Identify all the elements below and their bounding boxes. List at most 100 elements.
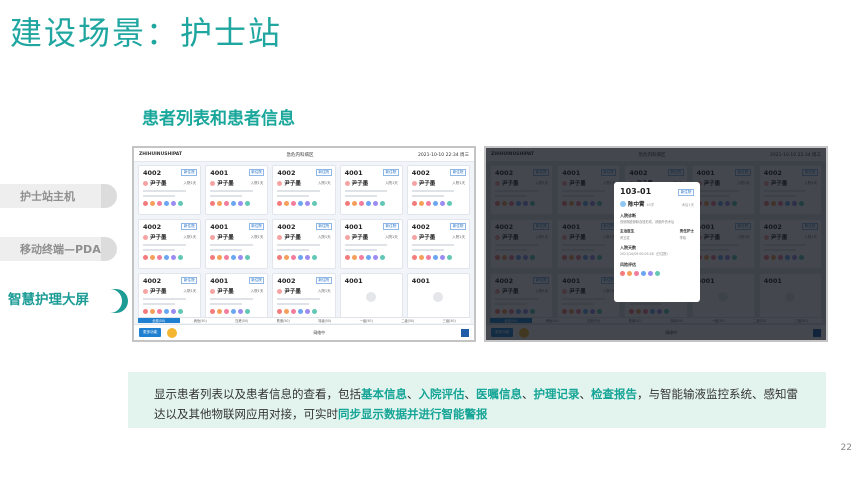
sidebar-item-pda[interactable]: 移动终端—PDA bbox=[0, 237, 117, 261]
risk-icon bbox=[231, 255, 237, 260]
admit-diag-text: 双侧髂股静脉血栓形成，颅脑外伤术后 bbox=[620, 220, 675, 224]
sidebar-item-smart-screen[interactable]: 智慧护理大屏 bbox=[8, 288, 89, 308]
patient-card[interactable]: 4001新住院尹子墨入院1天 bbox=[205, 165, 269, 215]
avatar bbox=[411, 180, 417, 186]
card-staff bbox=[277, 249, 310, 251]
avatar bbox=[143, 180, 148, 186]
risk-icon bbox=[238, 309, 244, 314]
sidebar-item-nurse-station[interactable]: 护士站主机 bbox=[0, 184, 117, 208]
risk-icon[interactable] bbox=[641, 270, 646, 276]
risk-icon[interactable] bbox=[655, 270, 660, 276]
desc-text: ，与智能输液监控系统、感知雷 bbox=[637, 387, 798, 401]
screenshot-patient-detail: ZHIHUINUSHIPAT 急危内科病区 2021-10-10 22:34 周… bbox=[484, 146, 828, 342]
card-diagnosis bbox=[411, 244, 455, 246]
risk-icon bbox=[284, 309, 290, 314]
filter-tab[interactable]: 跌倒(50) bbox=[263, 318, 305, 323]
filter-tab[interactable]: 二级(50) bbox=[387, 318, 429, 323]
risk-icon bbox=[150, 309, 155, 314]
patient-card[interactable]: 4002新住院尹子墨入院1天 bbox=[406, 165, 470, 215]
patient-card[interactable]: 4001 bbox=[339, 273, 403, 323]
desc-keyword: 入院评估 bbox=[418, 387, 465, 401]
ward-name: 急危内科病区 bbox=[286, 152, 314, 158]
card-risk-icons bbox=[210, 201, 263, 206]
card-badge: 新住院 bbox=[450, 223, 466, 230]
risk-icon[interactable] bbox=[620, 270, 625, 276]
card-staff bbox=[277, 195, 310, 197]
card-staff bbox=[277, 303, 310, 305]
risk-icons bbox=[620, 270, 694, 276]
card-name: 尹子墨 bbox=[217, 289, 234, 295]
patient-card[interactable]: 4001新住院尹子墨入院1天 bbox=[205, 273, 269, 323]
avatar bbox=[210, 288, 216, 294]
risk-icon bbox=[224, 201, 230, 206]
risk-icon bbox=[277, 255, 283, 260]
risk-icon bbox=[217, 309, 223, 314]
card-days: 入院1天 bbox=[250, 234, 264, 239]
exit-icon[interactable] bbox=[461, 328, 469, 337]
filter-tab[interactable]: 全部(50) bbox=[138, 318, 180, 323]
risk-icon bbox=[365, 201, 371, 206]
assistant-icon[interactable] bbox=[167, 327, 178, 338]
card-badge: 新住院 bbox=[181, 223, 198, 230]
filter-tab[interactable]: 三级(50) bbox=[429, 318, 471, 323]
risk-icon[interactable] bbox=[648, 270, 653, 276]
risk-icon bbox=[305, 255, 311, 260]
risk-icon bbox=[143, 255, 148, 260]
card-name: 尹子墨 bbox=[150, 235, 167, 241]
patient-card[interactable]: 4002新住院尹子墨入院1天 bbox=[272, 219, 336, 269]
card-diagnosis bbox=[277, 244, 320, 246]
risk-icon[interactable] bbox=[634, 270, 639, 276]
risk-icon bbox=[351, 201, 357, 206]
risk-icon bbox=[231, 309, 237, 314]
risk-icon bbox=[284, 201, 290, 206]
avatar bbox=[210, 234, 216, 240]
risk-icon bbox=[312, 309, 318, 314]
nurse-name: 李晓 bbox=[679, 236, 686, 241]
risk-icon bbox=[210, 255, 216, 260]
popup-age: 40岁 bbox=[646, 202, 655, 207]
patient-card[interactable]: 4001 bbox=[406, 273, 470, 323]
risk-icon bbox=[291, 201, 297, 206]
risk-icon[interactable] bbox=[627, 270, 632, 276]
risk-icon bbox=[298, 309, 304, 314]
patient-card[interactable]: 4002新住院尹子墨入院1天 bbox=[406, 219, 470, 269]
filter-tab[interactable]: 压疮(50) bbox=[221, 318, 263, 323]
risk-icon bbox=[298, 201, 304, 206]
patient-card[interactable]: 4001新住院尹子墨入院1天 bbox=[339, 219, 403, 269]
avatar bbox=[143, 234, 148, 240]
filter-tab[interactable]: 病危(50) bbox=[180, 318, 222, 323]
popup-badge: 新住院 bbox=[678, 189, 694, 196]
slide: 建设场景：护士站 患者列表和患者信息 护士站主机 移动终端—PDA 智慧护理大屏… bbox=[0, 0, 860, 484]
patient-card[interactable]: 4002新住院尹子墨入院1天 bbox=[272, 165, 336, 215]
card-staff bbox=[411, 195, 444, 197]
risk-icon bbox=[245, 201, 251, 206]
risk-icon bbox=[164, 309, 169, 314]
card-staff bbox=[143, 249, 175, 251]
card-risk-icons bbox=[411, 255, 465, 260]
patient-card[interactable]: 4001新住院尹子墨入院1天 bbox=[339, 165, 403, 215]
filter-tab[interactable]: 一级(50) bbox=[346, 318, 388, 323]
patient-card[interactable]: 4002新住院尹子墨入院1天 bbox=[272, 273, 336, 323]
risk-icon bbox=[231, 201, 237, 206]
risk-icon bbox=[425, 255, 431, 260]
card-days: 入院1天 bbox=[452, 234, 465, 239]
card-badge: 新住院 bbox=[181, 277, 198, 284]
risk-icon bbox=[305, 309, 311, 314]
card-patient: 尹子墨 入院1天 bbox=[411, 233, 465, 241]
patient-card[interactable]: 4001新住院尹子墨入院1天 bbox=[205, 219, 269, 269]
risk-icon bbox=[224, 309, 230, 314]
card-room: 4001 bbox=[344, 277, 363, 285]
card-patient: 尹子墨 入院1天 bbox=[344, 233, 398, 241]
patient-card[interactable]: 4002新住院尹子墨入院1天 bbox=[138, 219, 202, 269]
risk-icon bbox=[224, 255, 230, 260]
patient-card[interactable]: 4002新住院尹子墨入院1天 bbox=[138, 273, 202, 323]
risk-icon bbox=[150, 201, 155, 206]
risk-icon bbox=[379, 201, 385, 206]
patient-card-grid: 4002新住院尹子墨入院1天4001新住院尹子墨入院1天4002新住院尹子墨入院… bbox=[138, 165, 470, 323]
more-functions-button[interactable]: 更多功能 bbox=[139, 328, 162, 337]
filter-tab[interactable]: 特级(50) bbox=[304, 318, 346, 323]
patient-card[interactable]: 4002新住院尹子墨入院1天 bbox=[138, 165, 202, 215]
risk-icon bbox=[143, 201, 148, 206]
card-patient: 尹子墨 入院1天 bbox=[411, 179, 465, 187]
risk-icon bbox=[418, 255, 424, 260]
